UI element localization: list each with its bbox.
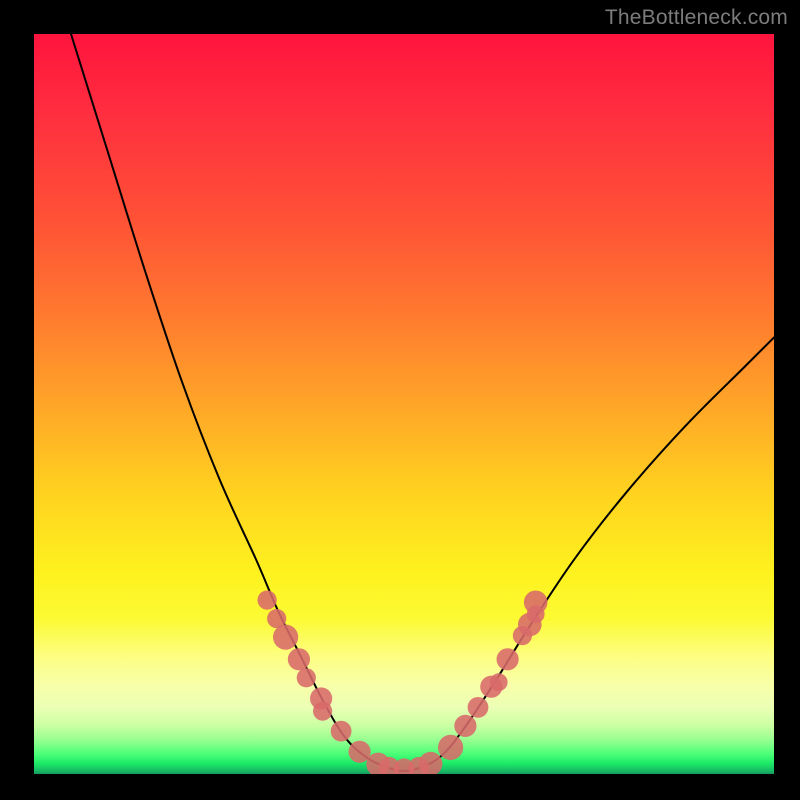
plot-area [34,34,774,774]
watermark-text: TheBottleneck.com [605,6,788,30]
marker-dot [258,591,277,610]
marker-dot [419,752,443,774]
marker-dot-group [258,591,548,775]
marker-dot [331,721,352,742]
marker-dot [288,648,310,670]
marker-dot [438,735,463,760]
marker-dot [497,648,519,670]
chart-frame: TheBottleneck.com [0,0,800,800]
bottleneck-curve-path [71,34,774,771]
marker-dot [313,702,332,721]
marker-dot [454,715,476,737]
marker-dot [490,673,508,691]
curve-layer [34,34,774,774]
marker-dot [273,625,298,650]
marker-dot [297,668,316,687]
marker-dot [468,697,489,718]
marker-dot [527,605,545,623]
